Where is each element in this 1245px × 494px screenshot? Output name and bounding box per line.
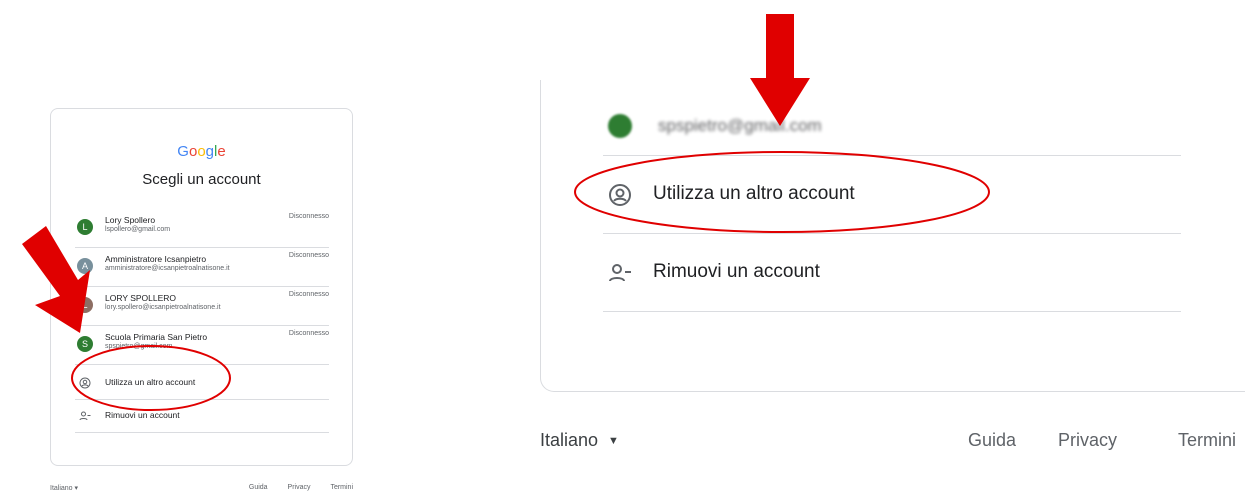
avatar [608,114,632,138]
divider [603,233,1181,234]
account-name: Lory Spollero [105,215,156,225]
account-email: spspietro@gmail.com [105,343,173,350]
remove-account-label: Rimuovi un account [653,261,820,282]
avatar: L [77,219,93,235]
remove-account-option[interactable]: Rimuovi un account [75,400,329,433]
person-remove-icon [609,264,631,282]
status-label: Disconnesso [288,252,329,259]
status-label: Disconnesso [288,330,329,337]
privacy-link[interactable]: Privacy [1058,430,1117,451]
google-logo: Google [177,143,226,160]
account-email: spspietro@gmail.com [658,116,822,135]
divider [603,155,1181,156]
account-name: Scuola Primaria San Pietro [105,332,208,342]
page-title: Scegli un account [142,171,261,188]
status-label: Disconnesso [288,213,329,220]
avatar: S [77,336,93,352]
account-name: LORY SPOLLERO [105,293,177,303]
language-label: Italiano [540,430,599,450]
footer: Italiano ▼ Guida Privacy Termini [540,430,1245,460]
language-label: Italiano [50,485,73,492]
language-selector[interactable]: Italiano ▼ [540,430,619,451]
chevron-down-icon: ▼ [608,435,619,448]
terms-link[interactable]: Termini [330,484,353,491]
help-link[interactable]: Guida [249,484,268,491]
account-row[interactable]: A Amministratore Icsanpietro amministrat… [75,248,329,287]
language-selector[interactable]: Italiano ▾ [50,484,78,492]
account-email: lspollero@gmail.com [105,226,171,233]
account-email: amministratore@icsanpietroalnatisone.it [105,265,230,272]
divider [603,311,1181,312]
account-email: lory.spollero@icsanpietroalnatisone.it [105,304,221,311]
account-circle-icon [609,184,631,206]
account-row[interactable]: L LORY SPOLLERO lory.spollero@icsanpietr… [75,287,329,326]
status-label: Disconnesso [288,291,329,298]
privacy-link[interactable]: Privacy [288,484,311,491]
chevron-down-icon: ▾ [74,485,79,492]
help-link[interactable]: Guida [968,430,1016,451]
account-name: Amministratore Icsanpietro [105,254,207,264]
avatar: A [77,258,93,274]
use-another-account-label: Utilizza un altro account [653,183,855,204]
use-another-account-option[interactable]: Utilizza un altro account [603,157,1181,233]
account-row[interactable]: L Lory Spollero lspollero@gmail.com Disc… [75,209,329,248]
terms-link[interactable]: Termini [1178,430,1236,451]
remove-account-label: Rimuovi un account [105,410,180,420]
account-chooser-card: Google Scegli un account L Lory Spollero… [50,108,353,466]
person-remove-icon [79,411,91,421]
remove-account-option[interactable]: Rimuovi un account [603,235,1181,311]
account-circle-icon [79,377,91,389]
use-another-account-option[interactable]: Utilizza un altro account [75,367,329,400]
avatar: L [77,297,93,313]
account-row[interactable]: S Scuola Primaria San Pietro spspietro@g… [75,326,329,365]
use-another-account-label: Utilizza un altro account [105,377,196,387]
